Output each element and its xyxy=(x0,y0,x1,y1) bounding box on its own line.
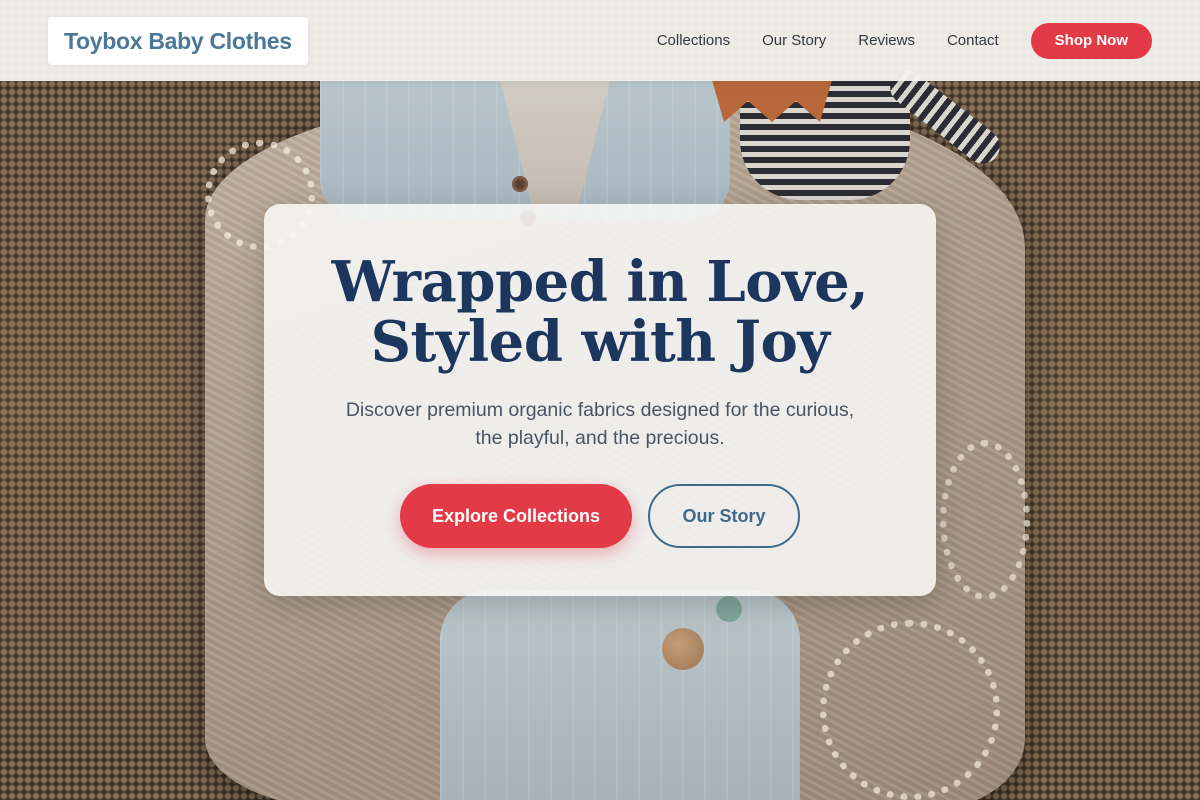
nav-link-our-story[interactable]: Our Story xyxy=(762,32,826,49)
hero-subtitle-line-2: the playful, and the precious. xyxy=(475,427,725,449)
brand-logo[interactable]: Toybox Baby Clothes xyxy=(48,16,308,65)
main-nav: Collections Our Story Reviews Contact Sh… xyxy=(657,22,1152,59)
hero-title-line-2: Styled with Joy xyxy=(370,309,830,375)
blanket-fringe xyxy=(820,620,1000,800)
our-story-button[interactable]: Our Story xyxy=(648,484,800,548)
romper-button xyxy=(512,176,528,192)
nav-link-reviews[interactable]: Reviews xyxy=(858,32,915,49)
hero-subtitle-line-1: Discover premium organic fabrics designe… xyxy=(345,399,855,421)
hero-title-line-1: Wrapped in Love, xyxy=(331,249,869,315)
hero-title: Wrapped in Love, Styled with Joy xyxy=(264,252,936,372)
hero-subtitle: Discover premium organic fabrics designe… xyxy=(304,396,896,452)
plush-lion-mane xyxy=(712,80,832,122)
nav-link-contact[interactable]: Contact xyxy=(947,32,999,49)
pacifier-clip xyxy=(662,628,704,670)
blanket-fringe xyxy=(940,440,1030,600)
pacifier-bead xyxy=(716,596,742,622)
nav-link-collections[interactable]: Collections xyxy=(657,32,730,49)
explore-collections-button[interactable]: Explore Collections xyxy=(400,484,632,548)
baby-romper-legs xyxy=(440,590,800,800)
site-header: Toybox Baby Clothes Collections Our Stor… xyxy=(0,0,1200,81)
shop-now-button[interactable]: Shop Now xyxy=(1030,22,1152,59)
hero-card: Wrapped in Love, Styled with Joy Discove… xyxy=(264,204,936,596)
